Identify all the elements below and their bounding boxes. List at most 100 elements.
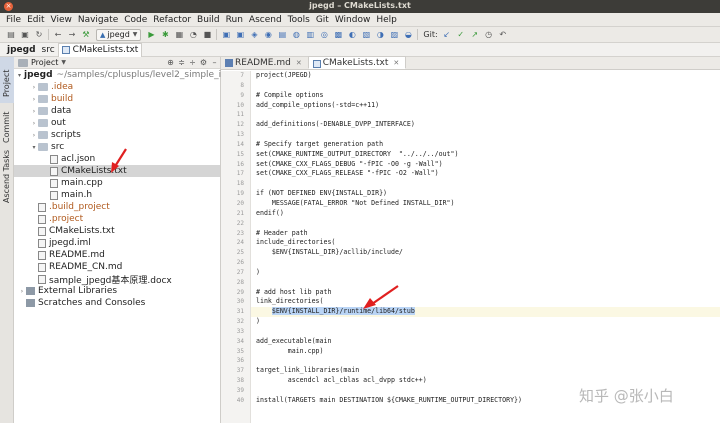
code-line[interactable]: [251, 219, 720, 229]
tree-item[interactable]: › External Libraries: [14, 285, 220, 297]
tree-item[interactable]: CMakeLists.txt: [14, 225, 220, 237]
ascend-tool-11-icon[interactable]: ▧: [361, 30, 371, 40]
ascend-tool-9-icon[interactable]: ▩: [333, 30, 343, 40]
code-line[interactable]: $ENV{INSTALL_DIR}/acllib/include/: [251, 248, 720, 258]
ascend-tool-8-icon[interactable]: ◎: [319, 30, 329, 40]
save-all-icon[interactable]: ▣: [20, 30, 30, 40]
code-line[interactable]: project(JPEGD): [251, 71, 720, 81]
tree-item[interactable]: jpegd.iml: [14, 237, 220, 249]
tab-commit[interactable]: Commit: [0, 105, 14, 147]
menu-run[interactable]: Run: [223, 15, 246, 25]
menu-navigate[interactable]: Navigate: [75, 15, 121, 25]
code-line[interactable]: # add host lib path: [251, 288, 720, 298]
tree-item[interactable]: Scratches and Consoles: [14, 297, 220, 309]
run-icon[interactable]: ▶: [146, 30, 156, 40]
ascend-tool-10-icon[interactable]: ◐: [347, 30, 357, 40]
code-line[interactable]: [251, 81, 720, 91]
menu-refactor[interactable]: Refactor: [150, 15, 194, 25]
tree-item[interactable]: › out: [14, 117, 220, 129]
code-line[interactable]: [251, 110, 720, 120]
chevron-down-icon[interactable]: ▾: [18, 72, 21, 79]
collapse-all-icon[interactable]: ≑: [176, 58, 187, 67]
tree-item[interactable]: › scripts: [14, 129, 220, 141]
tree-item[interactable]: main.cpp: [14, 177, 220, 189]
git-commit-icon[interactable]: ✓: [456, 30, 466, 40]
chevron-right-icon[interactable]: ›: [30, 132, 38, 139]
code-line[interactable]: [251, 179, 720, 189]
tree-item[interactable]: README.md: [14, 249, 220, 261]
ascend-tool-7-icon[interactable]: ▥: [305, 30, 315, 40]
locate-icon[interactable]: ⊕: [165, 58, 176, 67]
git-push-icon[interactable]: ↗: [470, 30, 480, 40]
sync-icon[interactable]: ↻: [34, 30, 44, 40]
stop-icon[interactable]: ■: [202, 30, 212, 40]
code-line[interactable]: target_link_libraries(main: [251, 366, 720, 376]
code-line[interactable]: # Compile options: [251, 91, 720, 101]
code-line[interactable]: set(CMAKE_CXX_FLAGS_RELEASE "-fPIC -O2 -…: [251, 169, 720, 179]
code-line[interactable]: [251, 130, 720, 140]
tree-item[interactable]: ▾ jpegd ~/samples/cplusplus/level2_simple_…: [14, 69, 261, 81]
debug-icon[interactable]: ✱: [160, 30, 170, 40]
menu-view[interactable]: View: [48, 15, 75, 25]
tab-project[interactable]: Project: [0, 57, 14, 103]
breadcrumb-file[interactable]: CMakeLists.txt: [57, 42, 143, 57]
ascend-tool-14-icon[interactable]: ◒: [403, 30, 413, 40]
code-line[interactable]: MESSAGE(FATAL_ERROR "Not Defined INSTALL…: [251, 199, 720, 209]
git-history-icon[interactable]: ◷: [484, 30, 494, 40]
code-line[interactable]: add_definitions(-DENABLE_DVPP_INTERFACE): [251, 120, 720, 130]
code-line[interactable]: add_compile_options(-std=c++11): [251, 101, 720, 111]
forward-icon[interactable]: →: [67, 30, 77, 40]
close-tab-icon[interactable]: ✕: [296, 59, 302, 67]
code-line[interactable]: [251, 278, 720, 288]
editor-tab-readme[interactable]: README.md ✕: [221, 56, 308, 69]
coverage-icon[interactable]: ▦: [174, 30, 184, 40]
chevron-right-icon[interactable]: ›: [30, 108, 38, 115]
code-line[interactable]: main.cpp): [251, 347, 720, 357]
back-icon[interactable]: ←: [53, 30, 63, 40]
menu-ascend[interactable]: Ascend: [246, 15, 285, 25]
tree-item[interactable]: CMakeLists.txt: [14, 165, 220, 177]
ascend-tool-4-icon[interactable]: ◉: [263, 30, 273, 40]
menu-help[interactable]: Help: [373, 15, 400, 25]
hide-icon[interactable]: –: [209, 58, 220, 67]
tree-item[interactable]: › data: [14, 105, 220, 117]
code-line[interactable]: set(CMAKE_CXX_FLAGS_DEBUG "-fPIC -O0 -g …: [251, 160, 720, 170]
gear-icon[interactable]: ⚙: [198, 58, 209, 67]
menu-edit[interactable]: Edit: [24, 15, 47, 25]
ascend-tool-13-icon[interactable]: ▨: [389, 30, 399, 40]
code-line[interactable]: add_executable(main: [251, 337, 720, 347]
close-tab-icon[interactable]: ✕: [393, 59, 399, 67]
tree-item[interactable]: main.h: [14, 189, 220, 201]
tree-item[interactable]: .project: [14, 213, 220, 225]
tree-item[interactable]: .build_project: [14, 201, 220, 213]
code-line[interactable]: [251, 327, 720, 337]
profile-icon[interactable]: ◔: [188, 30, 198, 40]
git-rollback-icon[interactable]: ↶: [498, 30, 508, 40]
chevron-right-icon[interactable]: ›: [30, 96, 38, 103]
selected-text[interactable]: $ENV{INSTALL_DIR}/runtime/lib64/stub: [271, 307, 415, 316]
breadcrumb-project[interactable]: jpegd: [4, 45, 39, 55]
code-line[interactable]: endif(): [251, 209, 720, 219]
chevron-right-icon[interactable]: ›: [30, 84, 38, 91]
code-line[interactable]: # Header path: [251, 229, 720, 239]
code-line[interactable]: [251, 258, 720, 268]
code-editor[interactable]: project(JPEGD) # Compile options add_compi…: [251, 71, 720, 423]
code-line[interactable]: set(CMAKE_RUNTIME_OUTPUT_DIRECTORY "../.…: [251, 150, 720, 160]
menu-git[interactable]: Git: [313, 15, 332, 25]
code-line[interactable]: link_directories(: [251, 297, 720, 307]
tree-item[interactable]: sample_jpegd基本原理.docx: [14, 273, 220, 286]
tree-item[interactable]: acl.json: [14, 153, 220, 165]
menu-build[interactable]: Build: [194, 15, 223, 25]
code-line[interactable]: if (NOT DEFINED ENV{INSTALL_DIR}): [251, 189, 720, 199]
tab-ascend-tasks[interactable]: Ascend Tasks: [0, 149, 14, 207]
open-folder-icon[interactable]: ▤: [6, 30, 16, 40]
code-line[interactable]: include_directories(: [251, 238, 720, 248]
menu-file[interactable]: File: [3, 15, 24, 25]
menu-window[interactable]: Window: [332, 15, 374, 25]
chevron-down-icon[interactable]: ▾: [30, 144, 38, 151]
chevron-down-icon[interactable]: ▼: [61, 59, 66, 66]
ascend-tool-6-icon[interactable]: ◍: [291, 30, 301, 40]
tree-item[interactable]: › .idea: [14, 81, 220, 93]
ascend-tool-3-icon[interactable]: ◈: [249, 30, 259, 40]
project-panel-title[interactable]: Project: [31, 58, 58, 67]
